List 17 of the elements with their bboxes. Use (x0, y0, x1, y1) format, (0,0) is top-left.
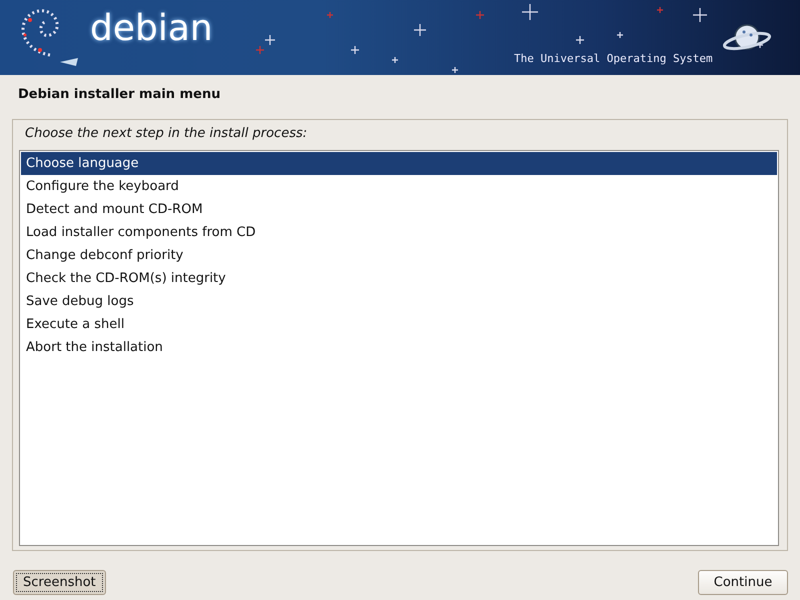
menu-item[interactable]: Save debug logs (21, 290, 777, 313)
logo-text: debian (90, 8, 213, 49)
prompt-text: Choose the next step in the install process: (24, 126, 308, 141)
tagline-text: The Universal Operating System (514, 52, 713, 65)
continue-button[interactable]: Continue (698, 570, 788, 595)
menu-item[interactable]: Detect and mount CD-ROM (21, 198, 777, 221)
screenshot-button[interactable]: Screenshot (13, 570, 106, 595)
menu-item[interactable]: Load installer components from CD (21, 221, 777, 244)
menu-item[interactable]: Execute a shell (21, 313, 777, 336)
menu-item[interactable]: Choose language (21, 152, 777, 175)
menu-item[interactable]: Abort the installation (21, 336, 777, 359)
page-title: Debian installer main menu (17, 86, 222, 104)
rocket-icon (60, 58, 78, 66)
menu-item[interactable]: Change debconf priority (21, 244, 777, 267)
menu-item[interactable]: Configure the keyboard (21, 175, 777, 198)
menu-item[interactable]: Check the CD-ROM(s) integrity (21, 267, 777, 290)
swirl-drawing (22, 9, 59, 56)
